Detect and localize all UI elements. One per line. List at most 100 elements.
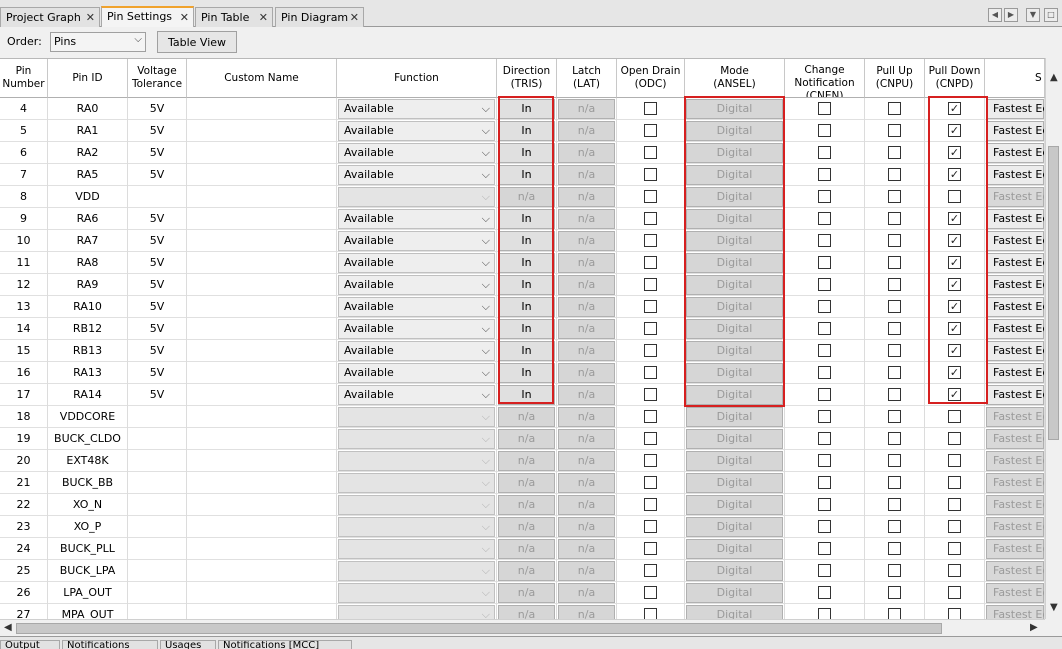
horizontal-scroll-thumb[interactable] — [16, 623, 942, 634]
column-header-id[interactable]: Pin ID — [48, 59, 128, 98]
open-drain-checkbox[interactable] — [644, 541, 657, 555]
direction-toggle[interactable]: In — [498, 231, 555, 251]
pull-down-checkbox[interactable]: ✓ — [948, 167, 961, 181]
column-header-pu[interactable]: Pull Up (CNPU) — [865, 59, 925, 98]
slew-rate-select[interactable]: Fastest Ec — [986, 231, 1044, 251]
pull-down-checkbox[interactable] — [948, 453, 961, 467]
column-header-custom[interactable]: Custom Name — [187, 59, 337, 98]
scroll-right-icon[interactable]: ▶ — [1004, 8, 1018, 22]
direction-toggle[interactable]: In — [498, 319, 555, 339]
slew-rate-select[interactable]: Fastest Ec — [986, 385, 1044, 405]
change-notification-checkbox[interactable] — [818, 343, 831, 357]
pull-down-checkbox[interactable] — [948, 607, 961, 619]
pull-up-checkbox[interactable] — [888, 321, 901, 335]
direction-toggle[interactable]: In — [498, 99, 555, 119]
pull-down-checkbox[interactable] — [948, 431, 961, 445]
function-select[interactable]: Available ⌵ — [338, 209, 495, 229]
direction-toggle[interactable]: In — [498, 121, 555, 141]
pull-up-checkbox[interactable] — [888, 519, 901, 533]
function-select[interactable]: Available ⌵ — [338, 143, 495, 163]
table-row[interactable]: 18 VDDCORE ⌵ n/a n/a Digital Fastest Ec — [0, 406, 1045, 428]
table-row[interactable]: 20 EXT48K ⌵ n/a n/a Digital Fastest Ec — [0, 450, 1045, 472]
pull-up-checkbox[interactable] — [888, 585, 901, 599]
custom-name-cell[interactable] — [187, 362, 337, 384]
tab-pin-diagram[interactable]: Pin Diagram ✕ — [275, 7, 364, 27]
close-icon[interactable]: ✕ — [259, 11, 268, 24]
function-select[interactable]: Available ⌵ — [338, 385, 495, 405]
function-select[interactable]: Available ⌵ — [338, 319, 495, 339]
table-view-button[interactable]: Table View — [157, 31, 237, 53]
direction-toggle[interactable]: In — [498, 363, 555, 383]
table-row[interactable]: 8 VDD ⌵ n/a n/a Digital Fastest Ec — [0, 186, 1045, 208]
custom-name-cell[interactable] — [187, 604, 337, 619]
close-icon[interactable]: ✕ — [86, 11, 95, 24]
custom-name-cell[interactable] — [187, 516, 337, 538]
direction-toggle[interactable]: In — [498, 385, 555, 405]
pull-up-checkbox[interactable] — [888, 387, 901, 401]
custom-name-cell[interactable] — [187, 406, 337, 428]
function-select[interactable]: Available ⌵ — [338, 275, 495, 295]
pull-down-checkbox[interactable]: ✓ — [948, 365, 961, 379]
change-notification-checkbox[interactable] — [818, 101, 831, 115]
column-header-func[interactable]: Function — [337, 59, 497, 98]
pull-down-checkbox[interactable]: ✓ — [948, 277, 961, 291]
pull-down-checkbox[interactable]: ✓ — [948, 255, 961, 269]
function-select[interactable]: Available ⌵ — [338, 99, 495, 119]
pull-down-checkbox[interactable]: ✓ — [948, 145, 961, 159]
scroll-left-icon[interactable]: ◀ — [988, 8, 1002, 22]
column-header-slew[interactable]: S — [985, 59, 1045, 98]
custom-name-cell[interactable] — [187, 164, 337, 186]
pull-down-checkbox[interactable]: ✓ — [948, 387, 961, 401]
function-select[interactable]: Available ⌵ — [338, 165, 495, 185]
open-drain-checkbox[interactable] — [644, 563, 657, 577]
table-row[interactable]: 9 RA6 5V Available ⌵ In n/a Digital ✓ Fastest Ec — [0, 208, 1045, 230]
change-notification-checkbox[interactable] — [818, 167, 831, 181]
pull-up-checkbox[interactable] — [888, 475, 901, 489]
pull-up-checkbox[interactable] — [888, 101, 901, 115]
pull-down-checkbox[interactable] — [948, 497, 961, 511]
custom-name-cell[interactable] — [187, 318, 337, 340]
dropdown-icon[interactable]: ▼ — [1026, 8, 1040, 22]
column-header-cn[interactable]: Change Notification (CNEN) — [785, 59, 865, 98]
table-row[interactable]: 26 LPA_OUT ⌵ n/a n/a Digital Fastest Ec — [0, 582, 1045, 604]
change-notification-checkbox[interactable] — [818, 607, 831, 619]
custom-name-cell[interactable] — [187, 296, 337, 318]
close-icon[interactable]: ✕ — [180, 11, 189, 24]
column-header-pd[interactable]: Pull Down (CNPD) — [925, 59, 985, 98]
custom-name-cell[interactable] — [187, 120, 337, 142]
table-row[interactable]: 16 RA13 5V Available ⌵ In n/a Digital ✓ Fastest E… — [0, 362, 1045, 384]
slew-rate-select[interactable]: Fastest Ec — [986, 341, 1044, 361]
pull-down-checkbox[interactable]: ✓ — [948, 233, 961, 247]
column-header-latch[interactable]: Latch (LAT) — [557, 59, 617, 98]
open-drain-checkbox[interactable] — [644, 409, 657, 423]
custom-name-cell[interactable] — [187, 494, 337, 516]
open-drain-checkbox[interactable] — [644, 497, 657, 511]
open-drain-checkbox[interactable] — [644, 519, 657, 533]
tab-project-graph[interactable]: Project Graph ✕ — [0, 7, 100, 27]
pull-up-checkbox[interactable] — [888, 255, 901, 269]
open-drain-checkbox[interactable] — [644, 277, 657, 291]
column-header-volt[interactable]: Voltage Tolerance — [128, 59, 187, 98]
order-select[interactable]: Pins ⌵ — [50, 32, 146, 52]
pull-up-checkbox[interactable] — [888, 167, 901, 181]
open-drain-checkbox[interactable] — [644, 255, 657, 269]
table-row[interactable]: 25 BUCK_LPA ⌵ n/a n/a Digital Fastest Ec — [0, 560, 1045, 582]
table-row[interactable]: 10 RA7 5V Available ⌵ In n/a Digital ✓ Fastest Ec — [0, 230, 1045, 252]
direction-toggle[interactable]: In — [498, 275, 555, 295]
slew-rate-select[interactable]: Fastest Ec — [986, 209, 1044, 229]
pull-down-checkbox[interactable] — [948, 541, 961, 555]
change-notification-checkbox[interactable] — [818, 277, 831, 291]
open-drain-checkbox[interactable] — [644, 167, 657, 181]
open-drain-checkbox[interactable] — [644, 123, 657, 137]
custom-name-cell[interactable] — [187, 428, 337, 450]
table-row[interactable]: 15 RB13 5V Available ⌵ In n/a Digital ✓ Fastest E… — [0, 340, 1045, 362]
pull-down-checkbox[interactable]: ✓ — [948, 101, 961, 115]
custom-name-cell[interactable] — [187, 98, 337, 120]
column-header-mode[interactable]: Mode (ANSEL) — [685, 59, 785, 98]
table-row[interactable]: 22 XO_N ⌵ n/a n/a Digital Fastest Ec — [0, 494, 1045, 516]
table-row[interactable]: 13 RA10 5V Available ⌵ In n/a Digital ✓ Fastest E… — [0, 296, 1045, 318]
open-drain-checkbox[interactable] — [644, 101, 657, 115]
change-notification-checkbox[interactable] — [818, 145, 831, 159]
vertical-scrollbar[interactable]: ▲ ▼ — [1045, 58, 1062, 619]
open-drain-checkbox[interactable] — [644, 453, 657, 467]
